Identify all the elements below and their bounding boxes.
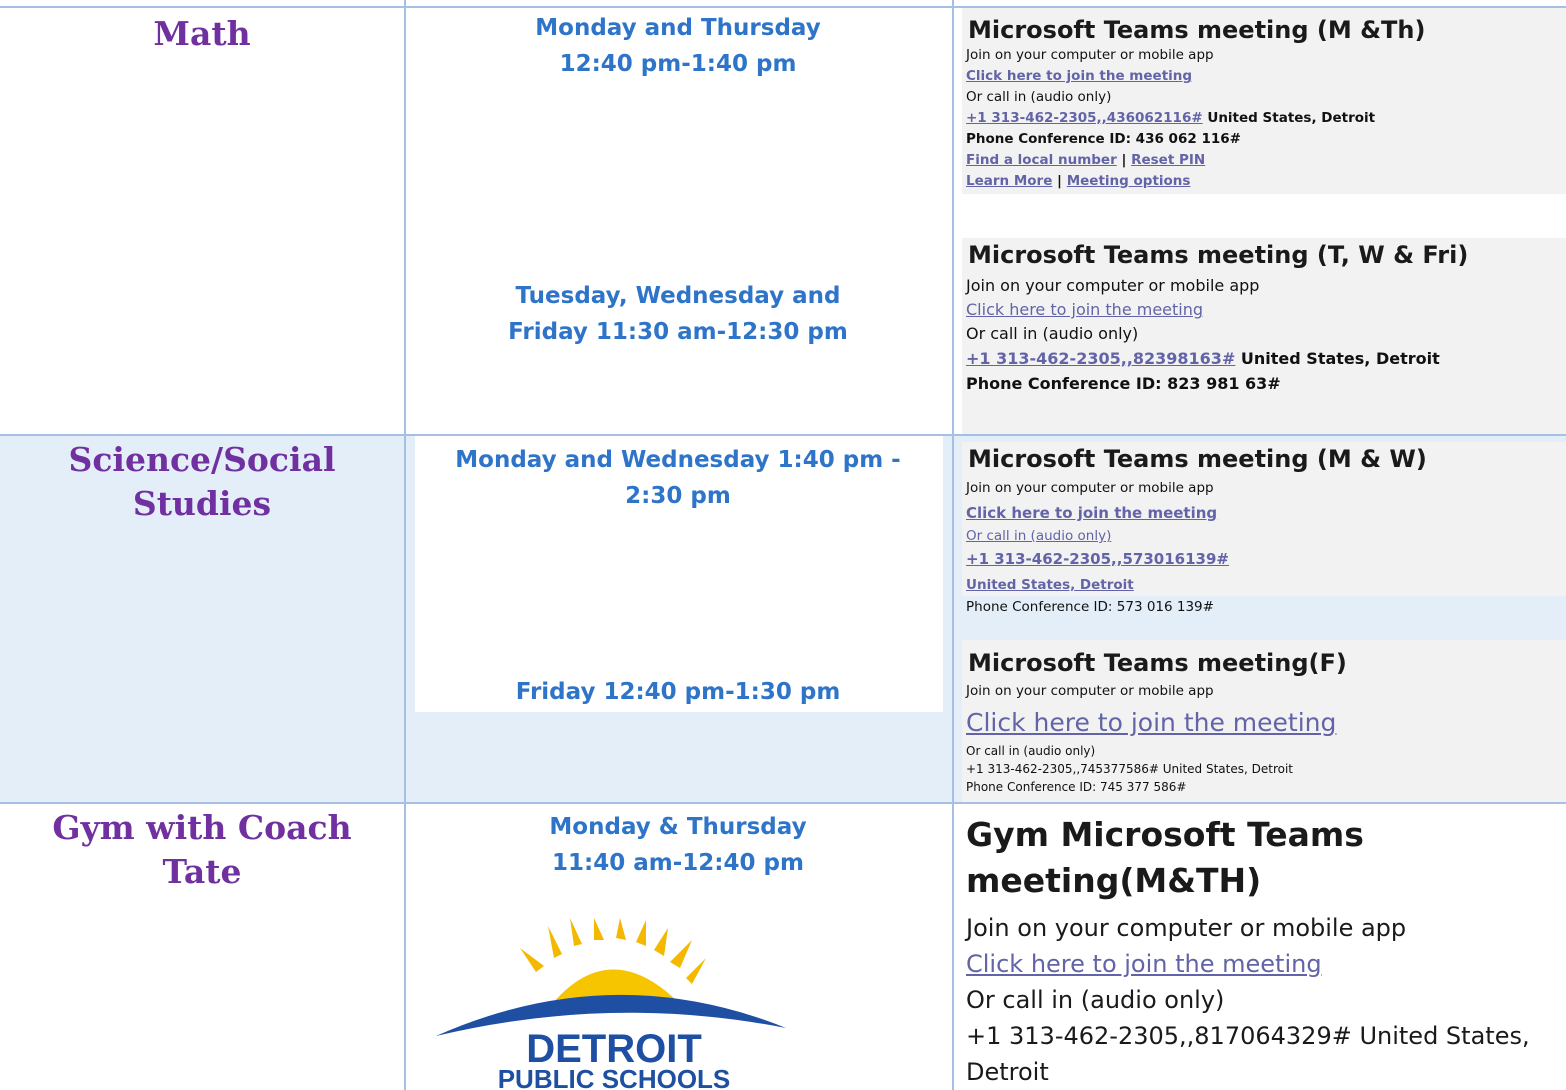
subject-line: Gym with Coach [52,808,352,847]
phone-link[interactable]: +1 313-462-2305,,82398163# [966,349,1235,368]
schedule-line: Friday 12:40 pm-1:30 pm [515,679,841,705]
row-divider-1 [0,434,1566,436]
math-schedule-2: Tuesday, Wednesday and Friday 11:30 am-1… [406,278,950,350]
subject-math: Math [153,14,251,53]
gym-schedule: Monday & Thursday 11:40 am-12:40 pm [406,809,950,881]
phone-line-continued: Detroit [966,1058,1049,1086]
schedule-line: Monday and Wednesday 1:40 pm - [455,447,901,473]
conference-id: Phone Conference ID: 823 981 63# [966,374,1281,393]
call-in-text: Or call in (audio only) [966,744,1096,758]
call-in-text: Or call in (audio only) [966,89,1112,105]
column-divider-2 [952,0,954,1090]
schedule-line: Monday & Thursday [549,814,807,840]
schedule-line: 12:40 pm-1:40 pm [559,51,797,77]
phone-link[interactable]: +1 313-462-2305,,573016139# [966,550,1229,568]
phone-link[interactable]: +1 313-462-2305,,436062116# [966,110,1203,126]
find-local-number-link[interactable]: Find a local number [966,152,1117,168]
learn-more-link[interactable]: Learn More [966,173,1052,189]
join-text: Join on your computer or mobile app [966,480,1214,496]
table-top-border [0,6,1566,8]
reset-pin-link[interactable]: Reset PIN [1131,152,1205,168]
join-text: Join on your computer or mobile app [966,914,1407,942]
meeting-title-line: meeting(M&TH) [966,861,1262,900]
conference-id: Phone Conference ID: 573 016 139# [966,599,1214,615]
join-meeting-link[interactable]: Click here to join the meeting [966,68,1192,84]
schedule-line: Friday 11:30 am-12:30 pm [508,319,848,345]
meeting-title: Microsoft Teams meeting (M &Th) [968,16,1426,44]
join-text: Join on your computer or mobile app [966,276,1260,295]
join-meeting-link[interactable]: Click here to join the meeting [966,950,1322,978]
subject-science-social-studies: Science/Social Studies [0,438,404,526]
subject-line: Tate [162,852,242,891]
subject-line: Science/Social [68,440,336,479]
call-in-text: Or call in (audio only) [966,324,1139,343]
schedule-line: 11:40 am-12:40 pm [552,850,804,876]
meeting-title: Microsoft Teams meeting (M & W) [968,444,1427,474]
meeting-title-line: Gym Microsoft Teams [966,815,1364,854]
phone-line: +1 313-462-2305,,745377586# United State… [966,762,1293,776]
detroit-public-schools-logo: DETROIT PUBLIC SCHOOLS [436,918,786,1090]
schedule-line: Tuesday, Wednesday and [515,283,841,309]
call-in-link[interactable]: Or call in (audio only) [966,528,1111,544]
phone-location: United States, Detroit [1202,110,1376,126]
science-schedule-2: Friday 12:40 pm-1:30 pm [406,674,950,710]
join-meeting-link[interactable]: Click here to join the meeting [966,300,1203,319]
science-schedule-1: Monday and Wednesday 1:40 pm - 2:30 pm [406,442,950,514]
join-text: Join on your computer or mobile app [966,47,1214,63]
join-text: Join on your computer or mobile app [966,683,1214,699]
location-link[interactable]: United States, Detroit [966,577,1134,593]
meeting-title: Microsoft Teams meeting (T, W & Fri) [968,241,1469,269]
phone-line: +1 313-462-2305,,817064329# United State… [966,1022,1530,1050]
separator: | [1116,152,1132,168]
call-in-text: Or call in (audio only) [966,986,1225,1014]
meeting-title: Gym Microsoft Teams meeting(M&TH) [966,812,1364,904]
meeting-title-days: (M & W) [1308,445,1427,473]
conference-id: Phone Conference ID: 436 062 116# [966,131,1241,147]
separator: | [1052,173,1067,189]
math-schedule-1: Monday and Thursday 12:40 pm-1:40 pm [406,10,950,82]
join-meeting-link[interactable]: Click here to join the meeting [966,708,1336,737]
logo-line-2: PUBLIC SCHOOLS [498,1064,731,1090]
conference-id: Phone Conference ID: 745 377 586# [966,780,1187,794]
meeting-title: Microsoft Teams meeting(F) [968,649,1347,677]
phone-location: United States, Detroit [1235,349,1440,368]
schedule-line: 2:30 pm [625,483,731,509]
schedule-line: Monday and Thursday [535,15,821,41]
meeting-options-link[interactable]: Meeting options [1067,173,1191,189]
subject-gym: Gym with Coach Tate [0,806,404,894]
join-meeting-link[interactable]: Click here to join the meeting [966,504,1217,522]
meeting-title-text: Microsoft Teams meeting [968,445,1309,473]
row-divider-2 [0,802,1566,804]
subject-line: Studies [132,484,272,523]
column-divider-1 [404,0,406,1090]
